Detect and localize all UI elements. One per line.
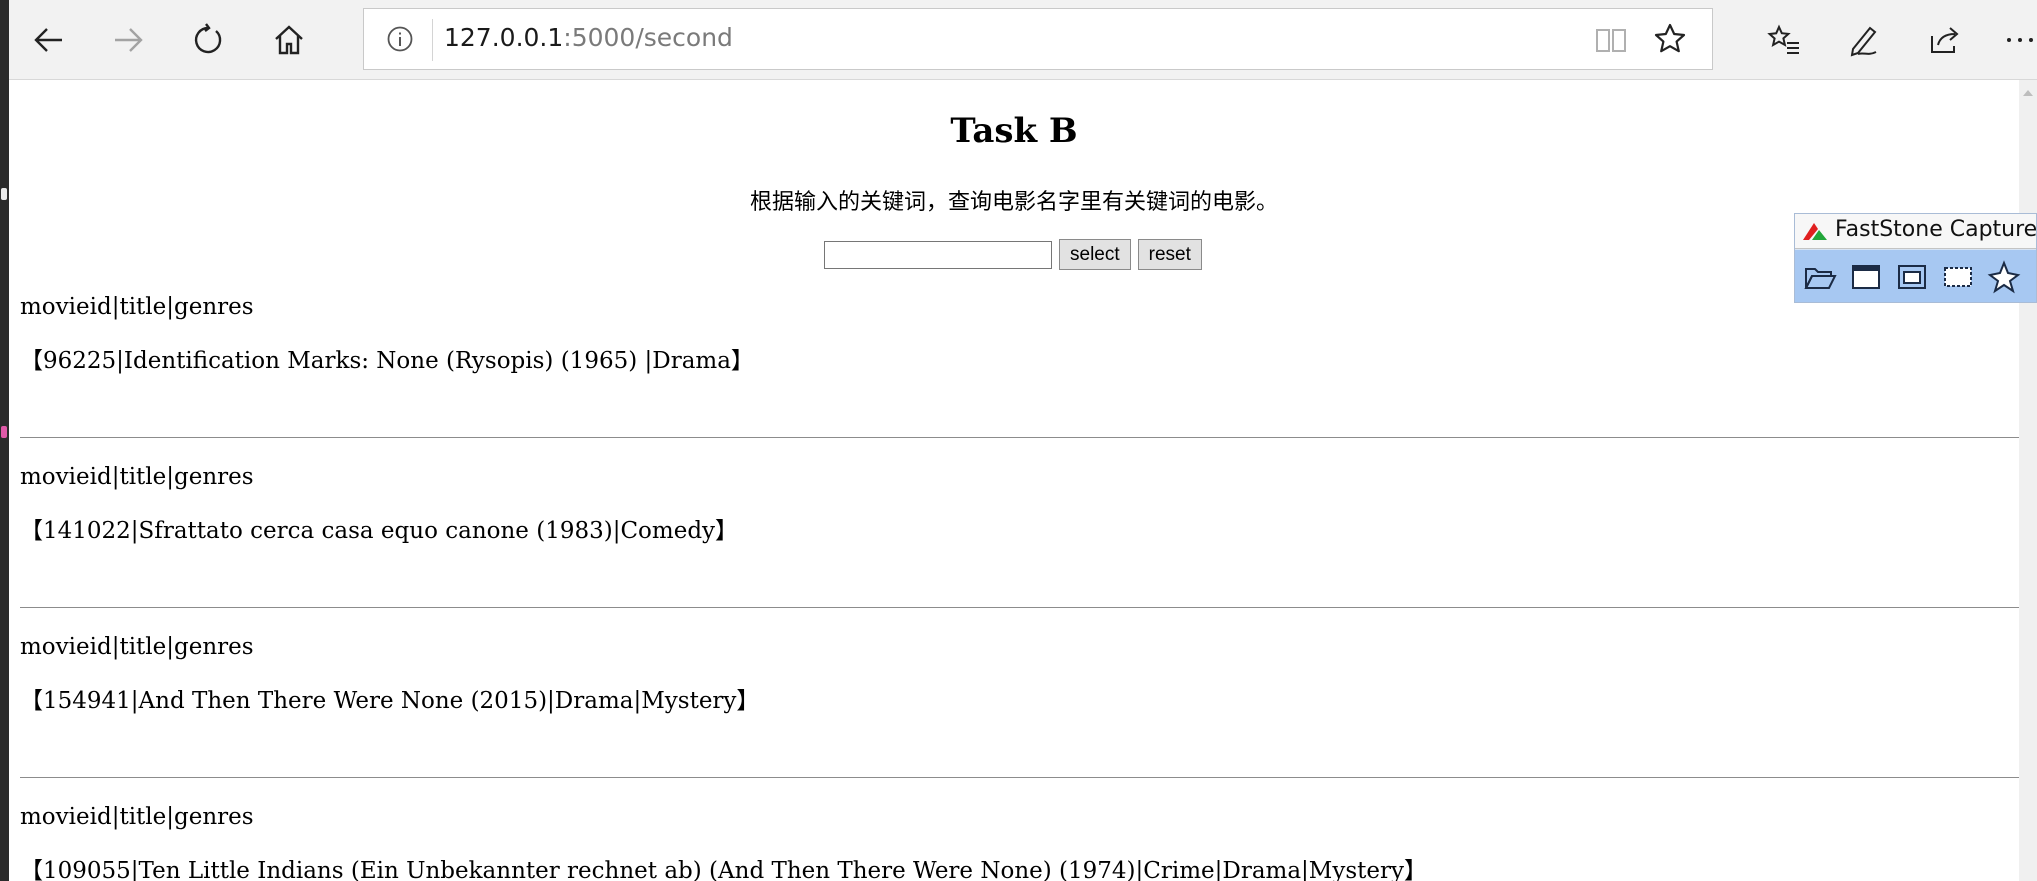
- page-title: Task B: [950, 111, 1078, 151]
- capture-freehand-icon[interactable]: [1987, 260, 2021, 294]
- share-icon: [1931, 27, 1959, 53]
- record-line: 【109055|Ten Little Indians (Ein Unbekann…: [20, 858, 1427, 881]
- record-header: movieid|title|genres: [20, 804, 254, 830]
- capture-rectangle-icon[interactable]: [1941, 260, 1975, 294]
- desktop-edge-marker: [1, 426, 7, 438]
- home-icon: [275, 25, 303, 55]
- reset-button[interactable]: reset: [1137, 239, 1202, 270]
- favorites-list-icon: [1767, 24, 1799, 54]
- favorite-star-icon[interactable]: [1652, 21, 1688, 57]
- page-description: 根据输入的关键词，查询电影名字里有关键词的电影。: [749, 190, 1278, 215]
- capture-window-icon[interactable]: [1849, 260, 1883, 294]
- info-icon[interactable]: [386, 25, 414, 53]
- forward-button[interactable]: [105, 18, 151, 62]
- reading-view-icon[interactable]: [1594, 23, 1628, 57]
- record-divider: [20, 777, 2019, 778]
- record-line: 【141022|Sfrattato cerca casa equo canone…: [20, 518, 739, 544]
- open-folder-icon[interactable]: [1803, 260, 1837, 294]
- desktop-edge: [0, 0, 9, 881]
- back-button[interactable]: [26, 18, 72, 62]
- more-icon: [2007, 38, 2033, 42]
- record-header: movieid|title|genres: [20, 294, 254, 320]
- faststone-logo-icon: [1803, 223, 1827, 240]
- capture-object-icon[interactable]: [1895, 260, 1929, 294]
- faststone-titlebar[interactable]: FastStone Capture: [1795, 214, 2037, 249]
- more-button[interactable]: [1997, 18, 2037, 62]
- address-bar[interactable]: 127.0.0.1:5000/second: [363, 8, 1713, 70]
- url-text[interactable]: 127.0.0.1:5000/second: [444, 23, 733, 52]
- movie-record: movieid|title|genres 【141022|Sfrattato c…: [20, 464, 2019, 545]
- record-header: movieid|title|genres: [20, 464, 254, 490]
- faststone-toolbar: [1795, 250, 2036, 302]
- forward-arrow-icon: [115, 28, 143, 52]
- record-line: 【154941|And Then There Were None (2015)|…: [20, 688, 760, 714]
- desktop-edge-marker: [1, 188, 7, 200]
- page-scrollbar[interactable]: [2019, 80, 2037, 881]
- search-form: select reset: [824, 239, 1202, 270]
- page-content: Task B 根据输入的关键词，查询电影名字里有关键词的电影。 select r…: [9, 80, 2019, 881]
- refresh-button[interactable]: [186, 18, 232, 62]
- refresh-icon: [194, 23, 222, 54]
- browser-toolbar: 127.0.0.1:5000/second: [9, 0, 2037, 80]
- movie-record: movieid|title|genres 【96225|Identificati…: [20, 294, 2019, 375]
- faststone-capture-panel[interactable]: FastStone Capture: [1794, 213, 2037, 303]
- faststone-title: FastStone Capture: [1835, 217, 2037, 242]
- scroll-up-icon[interactable]: [2019, 84, 2037, 102]
- record-divider: [20, 607, 2019, 608]
- address-separator: [432, 19, 433, 61]
- movie-record: movieid|title|genres 【109055|Ten Little …: [20, 804, 2019, 881]
- movie-record: movieid|title|genres 【154941|And Then Th…: [20, 634, 2019, 715]
- record-line: 【96225|Identification Marks: None (Rysop…: [20, 348, 754, 374]
- notes-button[interactable]: [1842, 18, 1888, 62]
- select-button[interactable]: select: [1059, 239, 1131, 270]
- back-arrow-icon: [34, 28, 62, 52]
- keyword-input[interactable]: [824, 240, 1052, 269]
- home-button[interactable]: [266, 18, 312, 62]
- favorites-button[interactable]: [1761, 18, 1807, 62]
- record-divider: [20, 437, 2019, 438]
- share-button[interactable]: [1922, 18, 1968, 62]
- record-header: movieid|title|genres: [20, 634, 254, 660]
- pen-icon: [1850, 26, 1877, 57]
